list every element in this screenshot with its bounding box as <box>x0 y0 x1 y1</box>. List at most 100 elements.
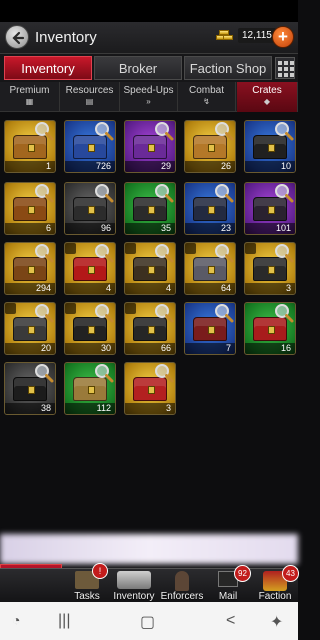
crate-item[interactable]: 35 <box>124 182 176 235</box>
item-quantity: 4 <box>125 283 175 294</box>
item-type-icon <box>245 243 256 254</box>
item-quantity: 101 <box>245 223 295 234</box>
main-tabs: Inventory Broker Faction Shop <box>0 54 298 82</box>
grid-menu-button[interactable] <box>275 57 295 79</box>
magnifier-icon[interactable] <box>94 183 114 203</box>
magnifier-icon[interactable] <box>34 243 54 263</box>
magnifier-icon[interactable] <box>154 183 174 203</box>
crate-item[interactable]: 1 <box>4 120 56 173</box>
nav-faction[interactable]: 43 Faction <box>252 565 299 603</box>
item-quantity: 66 <box>125 343 175 354</box>
enforcers-icon <box>175 571 189 591</box>
crate-item[interactable]: 38 <box>4 362 56 415</box>
add-gold-button[interactable]: + <box>272 26 294 48</box>
item-type-icon <box>5 303 16 314</box>
item-quantity: 7 <box>185 343 235 354</box>
magnifier-icon[interactable] <box>34 121 54 141</box>
nav-mail[interactable]: 92 Mail <box>206 565 251 603</box>
tab-inventory[interactable]: Inventory <box>4 56 92 80</box>
crate-item[interactable]: 29 <box>124 120 176 173</box>
home-icon[interactable]: ▢ <box>140 612 155 632</box>
crate-item[interactable]: 20 <box>4 302 56 355</box>
item-quantity: 30 <box>65 343 115 354</box>
crate-item[interactable]: 30 <box>64 302 116 355</box>
magnifier-icon[interactable] <box>34 183 54 203</box>
subtab-resources[interactable]: Resources ▤ <box>60 82 120 112</box>
crate-item[interactable]: 26 <box>184 120 236 173</box>
subtab-speed-ups-label: Speed-Ups <box>123 85 174 96</box>
item-quantity: 112 <box>65 403 115 414</box>
magnifier-icon[interactable] <box>214 243 234 263</box>
nav-tasks[interactable]: ! Tasks <box>64 563 110 603</box>
crate-item[interactable]: 3 <box>244 242 296 295</box>
item-quantity: 20 <box>5 343 55 354</box>
android-back-icon[interactable]: < <box>226 612 235 630</box>
bottom-nav: ! Tasks Inventory Enforcers 92 Mail 43 F… <box>0 563 299 603</box>
gold-counter: 12,115 <box>216 28 276 43</box>
grid-icon: ▦ <box>25 97 34 106</box>
crate-item[interactable]: 4 <box>64 242 116 295</box>
item-quantity: 64 <box>185 283 235 294</box>
crate-item[interactable]: 10 <box>244 120 296 173</box>
subtab-resources-label: Resources <box>65 85 114 96</box>
gold-amount: 12,115 <box>238 28 276 43</box>
magnifier-icon[interactable] <box>154 243 174 263</box>
combat-icon: ↯ <box>203 97 210 106</box>
magnifier-icon[interactable] <box>274 243 294 263</box>
mail-badge: 92 <box>234 565 251 582</box>
subtab-crates[interactable]: Crates ◆ <box>237 82 298 112</box>
crate-item[interactable]: 101 <box>244 182 296 235</box>
magnifier-icon[interactable] <box>34 363 54 383</box>
subtab-speed-ups[interactable]: Speed-Ups » <box>120 82 178 112</box>
subtab-combat[interactable]: Combat ↯ <box>178 82 236 112</box>
back-button[interactable] <box>5 25 29 49</box>
magnifier-icon[interactable] <box>94 243 114 263</box>
crate-item[interactable]: 23 <box>184 182 236 235</box>
magnifier-icon[interactable] <box>34 303 54 323</box>
magnifier-icon[interactable] <box>154 363 174 383</box>
subtab-crates-label: Crates <box>252 85 282 96</box>
item-type-icon <box>125 303 136 314</box>
magnifier-icon[interactable] <box>154 303 174 323</box>
nav-enforcers[interactable]: Enforcers <box>158 569 206 603</box>
item-quantity: 6 <box>5 223 55 234</box>
magnifier-icon[interactable] <box>94 363 114 383</box>
crate-item[interactable]: 66 <box>124 302 176 355</box>
magnifier-icon[interactable] <box>274 121 294 141</box>
blurred-banner <box>0 534 298 564</box>
tasks-badge: ! <box>92 563 108 579</box>
item-quantity: 16 <box>245 343 295 354</box>
magnifier-icon[interactable] <box>94 121 114 141</box>
crate-item[interactable]: 6 <box>4 182 56 235</box>
magnifier-icon[interactable] <box>214 121 234 141</box>
item-quantity: 3 <box>245 283 295 294</box>
tab-faction-shop[interactable]: Faction Shop <box>184 56 272 80</box>
item-quantity: 96 <box>65 223 115 234</box>
recents-icon[interactable]: ||| <box>58 612 70 630</box>
subtab-premium[interactable]: Premium ▦ <box>0 82 60 112</box>
crate-item[interactable]: 64 <box>184 242 236 295</box>
magnifier-icon[interactable] <box>274 303 294 323</box>
accessibility-icon[interactable]: ✦ <box>270 612 283 632</box>
magnifier-icon[interactable] <box>214 303 234 323</box>
nav-faction-label: Faction <box>258 591 292 602</box>
item-type-icon <box>65 243 76 254</box>
crate-item[interactable]: 726 <box>64 120 116 173</box>
crate-item[interactable]: 294 <box>4 242 56 295</box>
magnifier-icon[interactable] <box>94 303 114 323</box>
magnifier-icon[interactable] <box>214 183 234 203</box>
apps-icon[interactable]: ◔ <box>12 612 20 628</box>
crate-item[interactable]: 96 <box>64 182 116 235</box>
item-type-icon <box>65 303 76 314</box>
nav-inventory[interactable]: Inventory <box>110 569 158 603</box>
magnifier-icon[interactable] <box>274 183 294 203</box>
crate-item[interactable]: 7 <box>184 302 236 355</box>
back-arrow-icon <box>12 31 25 45</box>
crate-item[interactable]: 4 <box>124 242 176 295</box>
crate-item[interactable]: 3 <box>124 362 176 415</box>
crate-item[interactable]: 112 <box>64 362 116 415</box>
magnifier-icon[interactable] <box>154 121 174 141</box>
tab-broker[interactable]: Broker <box>94 56 182 80</box>
crate-item[interactable]: 16 <box>244 302 296 355</box>
item-quantity: 26 <box>185 161 235 172</box>
